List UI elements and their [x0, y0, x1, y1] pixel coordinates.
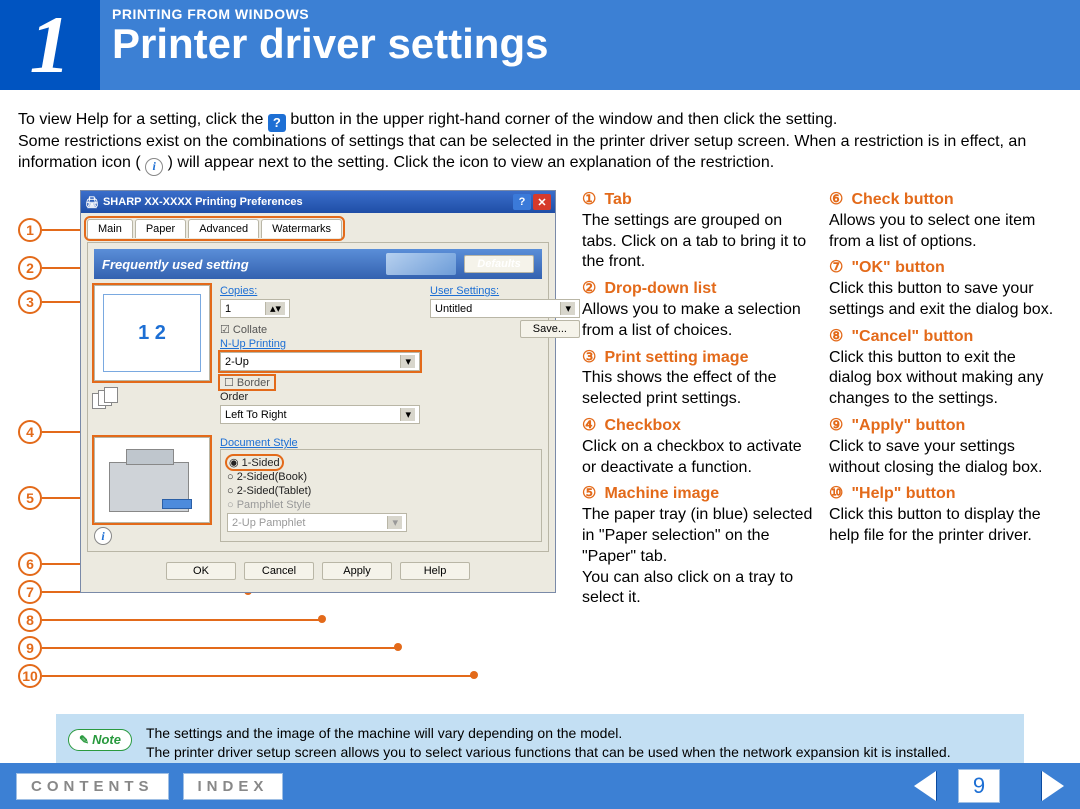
doc-style-label: Document Style: [220, 437, 542, 449]
callout-10: 10: [18, 664, 42, 688]
footer: CONTENTS INDEX 9: [0, 763, 1080, 809]
radio-pamphlet[interactable]: ○ Pamphlet Style: [227, 499, 535, 511]
machine-image[interactable]: [94, 437, 210, 523]
callout-3: 3: [18, 290, 42, 314]
border-checkbox[interactable]: ☐ Border: [220, 376, 274, 389]
callout-9: 9: [18, 636, 42, 660]
tab-paper[interactable]: Paper: [135, 219, 186, 238]
intro-paragraph: To view Help for a setting, click the ? …: [18, 110, 1062, 176]
dialog-titlebar: 🖨 SHARP XX-XXXX Printing Preferences ? ✕: [81, 191, 555, 213]
info-icon[interactable]: i: [94, 527, 112, 545]
copies-label: Copies:: [220, 285, 420, 297]
user-settings-label: User Settings:: [430, 285, 580, 297]
order-label: Order: [220, 391, 420, 403]
radio-1sided[interactable]: ◉ 1-Sided: [227, 456, 282, 469]
printer-dialog: 🖨 SHARP XX-XXXX Printing Preferences ? ✕…: [80, 190, 556, 593]
dialog-title: SHARP XX-XXXX Printing Preferences: [103, 196, 303, 208]
page-number: 9: [958, 769, 1000, 803]
description-right: ⑥ Check buttonAllows you to select one i…: [829, 190, 1062, 700]
print-setting-image: 1 2: [94, 285, 210, 381]
collate-checkbox[interactable]: ☑ Collate: [220, 323, 420, 336]
page-title: Printer driver settings: [112, 20, 548, 68]
save-button[interactable]: Save...: [520, 320, 580, 338]
tab-main[interactable]: Main: [87, 219, 133, 238]
copies-input[interactable]: 1▴▾: [220, 299, 290, 318]
nup-select[interactable]: 2-Up▾: [220, 352, 420, 371]
pamphlet-select: 2-Up Pamphlet▾: [227, 513, 407, 532]
tab-advanced[interactable]: Advanced: [188, 219, 259, 238]
description-left: ① TabThe settings are grouped on tabs. C…: [582, 190, 815, 700]
prev-page-icon[interactable]: [914, 771, 936, 801]
callout-8: 8: [18, 608, 42, 632]
tab-watermarks[interactable]: Watermarks: [261, 219, 342, 238]
chapter-number: 1: [0, 0, 100, 90]
apply-button[interactable]: Apply: [322, 562, 392, 580]
callout-4: 4: [18, 420, 42, 444]
callout-2: 2: [18, 256, 42, 280]
index-button[interactable]: INDEX: [183, 773, 284, 800]
screenshot-column: 1 2 3 4 5 6 7 8 9 10 🖨 SHARP XX: [18, 190, 568, 700]
next-page-icon[interactable]: [1042, 771, 1064, 801]
doc-style-group: ◉ 1-Sided ○ 2-Sided(Book) ○ 2-Sided(Tabl…: [220, 449, 542, 542]
callout-7: 7: [18, 580, 42, 604]
header-text-block: PRINTING FROM WINDOWS Printer driver set…: [100, 0, 560, 90]
order-select[interactable]: Left To Right▾: [220, 405, 420, 424]
nup-label: N-Up Printing: [220, 338, 420, 350]
frequently-used-bar: Frequently used setting Defaults: [94, 249, 542, 279]
dialog-help-icon[interactable]: ?: [513, 194, 531, 210]
ok-button[interactable]: OK: [166, 562, 236, 580]
callout-5: 5: [18, 486, 42, 510]
help-button[interactable]: Help: [400, 562, 470, 580]
callout-1: 1: [18, 218, 42, 242]
defaults-button[interactable]: Defaults: [464, 255, 534, 273]
note-badge: Note: [68, 729, 132, 751]
user-settings-select[interactable]: Untitled▾: [430, 299, 580, 318]
question-icon: ?: [268, 114, 286, 132]
info-icon: i: [145, 158, 163, 176]
radio-2sided-tablet[interactable]: ○ 2-Sided(Tablet): [227, 485, 535, 497]
close-icon[interactable]: ✕: [533, 194, 551, 210]
contents-button[interactable]: CONTENTS: [16, 773, 169, 800]
page-header: 1 PRINTING FROM WINDOWS Printer driver s…: [0, 0, 1080, 90]
callout-6: 6: [18, 552, 42, 576]
pages-icon: [92, 387, 122, 409]
cancel-button[interactable]: Cancel: [244, 562, 314, 580]
radio-2sided-book[interactable]: ○ 2-Sided(Book): [227, 471, 535, 483]
